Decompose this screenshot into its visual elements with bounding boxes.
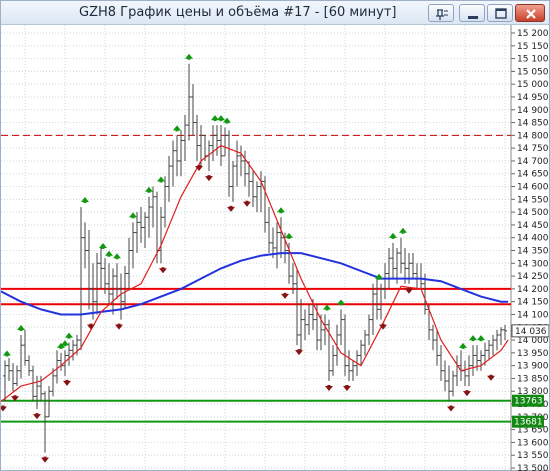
close-button[interactable] <box>515 4 545 22</box>
down-arrow-marker <box>159 267 167 274</box>
y-tick-label: 14 650 <box>517 170 549 180</box>
y-tick-label: 14 350 <box>517 247 549 257</box>
down-arrow-marker <box>487 374 495 381</box>
up-arrow-marker <box>105 250 113 257</box>
moving-average-short <box>1 144 509 402</box>
up-arrow-marker <box>211 115 219 122</box>
chart-window: GZH8 График цены и объёма #17 - [60 мину… <box>0 0 550 471</box>
up-arrow-marker <box>185 53 193 60</box>
down-arrow-marker <box>33 413 41 420</box>
y-tick-label: 14 950 <box>517 93 549 103</box>
y-tick-label: 15 100 <box>517 55 549 65</box>
y-tick-label: 14 500 <box>517 208 549 218</box>
y-tick-label: 15 050 <box>517 67 549 77</box>
y-tick-label: 15 150 <box>517 42 549 52</box>
y-tick-label: 14 400 <box>517 234 549 244</box>
minimize-button[interactable] <box>459 4 485 22</box>
down-arrow-marker <box>325 385 333 391</box>
up-arrow-marker <box>459 342 467 349</box>
up-arrow-marker <box>157 176 165 183</box>
y-tick-label: 15 200 <box>517 29 549 39</box>
up-arrow-marker <box>323 304 331 311</box>
down-arrow-marker <box>41 456 49 463</box>
close-icon <box>526 9 536 19</box>
maximize-button[interactable] <box>487 4 513 22</box>
down-arrow-marker <box>205 175 213 182</box>
down-arrow-marker <box>281 292 289 299</box>
y-tick-label: 14 600 <box>517 183 549 193</box>
title-bar[interactable]: GZH8 График цены и объёма #17 - [60 мину… <box>1 1 549 25</box>
down-arrow-marker <box>295 349 303 356</box>
up-arrow-marker <box>173 125 181 132</box>
pin-icon <box>436 9 448 20</box>
y-tick-label: 13 550 <box>517 451 549 461</box>
y-tick-label: 13 850 <box>517 374 549 384</box>
y-tick-label: 14 250 <box>517 272 549 282</box>
minimize-icon <box>468 16 478 19</box>
y-tick-label: 14 700 <box>517 157 549 167</box>
down-arrow-marker <box>243 200 251 207</box>
up-arrow-marker <box>17 324 25 331</box>
up-arrow-marker <box>389 232 397 239</box>
chart-canvas[interactable]: 15 200 15 150 15 100 15 050 15 000 14 950 14 9… <box>1 25 549 471</box>
down-arrow-marker <box>343 385 351 391</box>
y-tick-label: 14 850 <box>517 119 549 129</box>
pin-button[interactable] <box>428 4 454 22</box>
down-arrow-marker <box>115 323 123 330</box>
up-arrow-marker <box>129 212 137 219</box>
up-arrow-marker <box>399 227 407 234</box>
down-arrow-marker <box>227 205 235 212</box>
y-tick-label: 14 100 <box>517 310 549 320</box>
y-tick-label: 13 500 <box>517 464 549 471</box>
y-tick-label: 13 950 <box>517 349 549 359</box>
y-tick-label: 14 450 <box>517 221 549 231</box>
maximize-icon <box>495 8 507 19</box>
moving-average-long <box>1 252 508 316</box>
window-title: GZH8 График цены и объёма #17 - [60 мину… <box>79 5 397 20</box>
y-tick-label: 14 150 <box>517 298 549 308</box>
up-arrow-marker <box>65 332 73 339</box>
y-tick-label: 14 000 <box>517 336 549 346</box>
down-arrow-marker <box>447 405 455 412</box>
y-tick-label: 14 800 <box>517 131 549 141</box>
y-tick-label: 14 300 <box>517 259 549 269</box>
level-label: 13681 <box>514 418 543 428</box>
up-arrow-marker <box>217 115 225 122</box>
y-tick-label: 14 200 <box>517 285 549 295</box>
y-tick-label: 13 600 <box>517 438 549 448</box>
up-arrow-marker <box>81 197 89 203</box>
current-price-label: 14 036 <box>515 327 547 337</box>
up-arrow-marker <box>145 186 153 193</box>
y-tick-label: 14 550 <box>517 195 549 205</box>
up-arrow-marker <box>99 243 107 250</box>
up-arrow-marker <box>3 350 11 357</box>
y-tick-label: 14 750 <box>517 144 549 154</box>
price-chart[interactable]: 15 200 15 150 15 100 15 050 15 000 14 950 14 9… <box>1 25 549 471</box>
down-arrow-marker <box>63 379 71 386</box>
down-arrow-marker <box>1 405 7 412</box>
y-tick-label: 13 900 <box>517 362 549 372</box>
y-tick-label: 15 000 <box>517 80 549 90</box>
up-arrow-marker <box>113 253 121 260</box>
y-tick-label: 14 900 <box>517 106 549 116</box>
level-label: 13763 <box>514 397 543 407</box>
